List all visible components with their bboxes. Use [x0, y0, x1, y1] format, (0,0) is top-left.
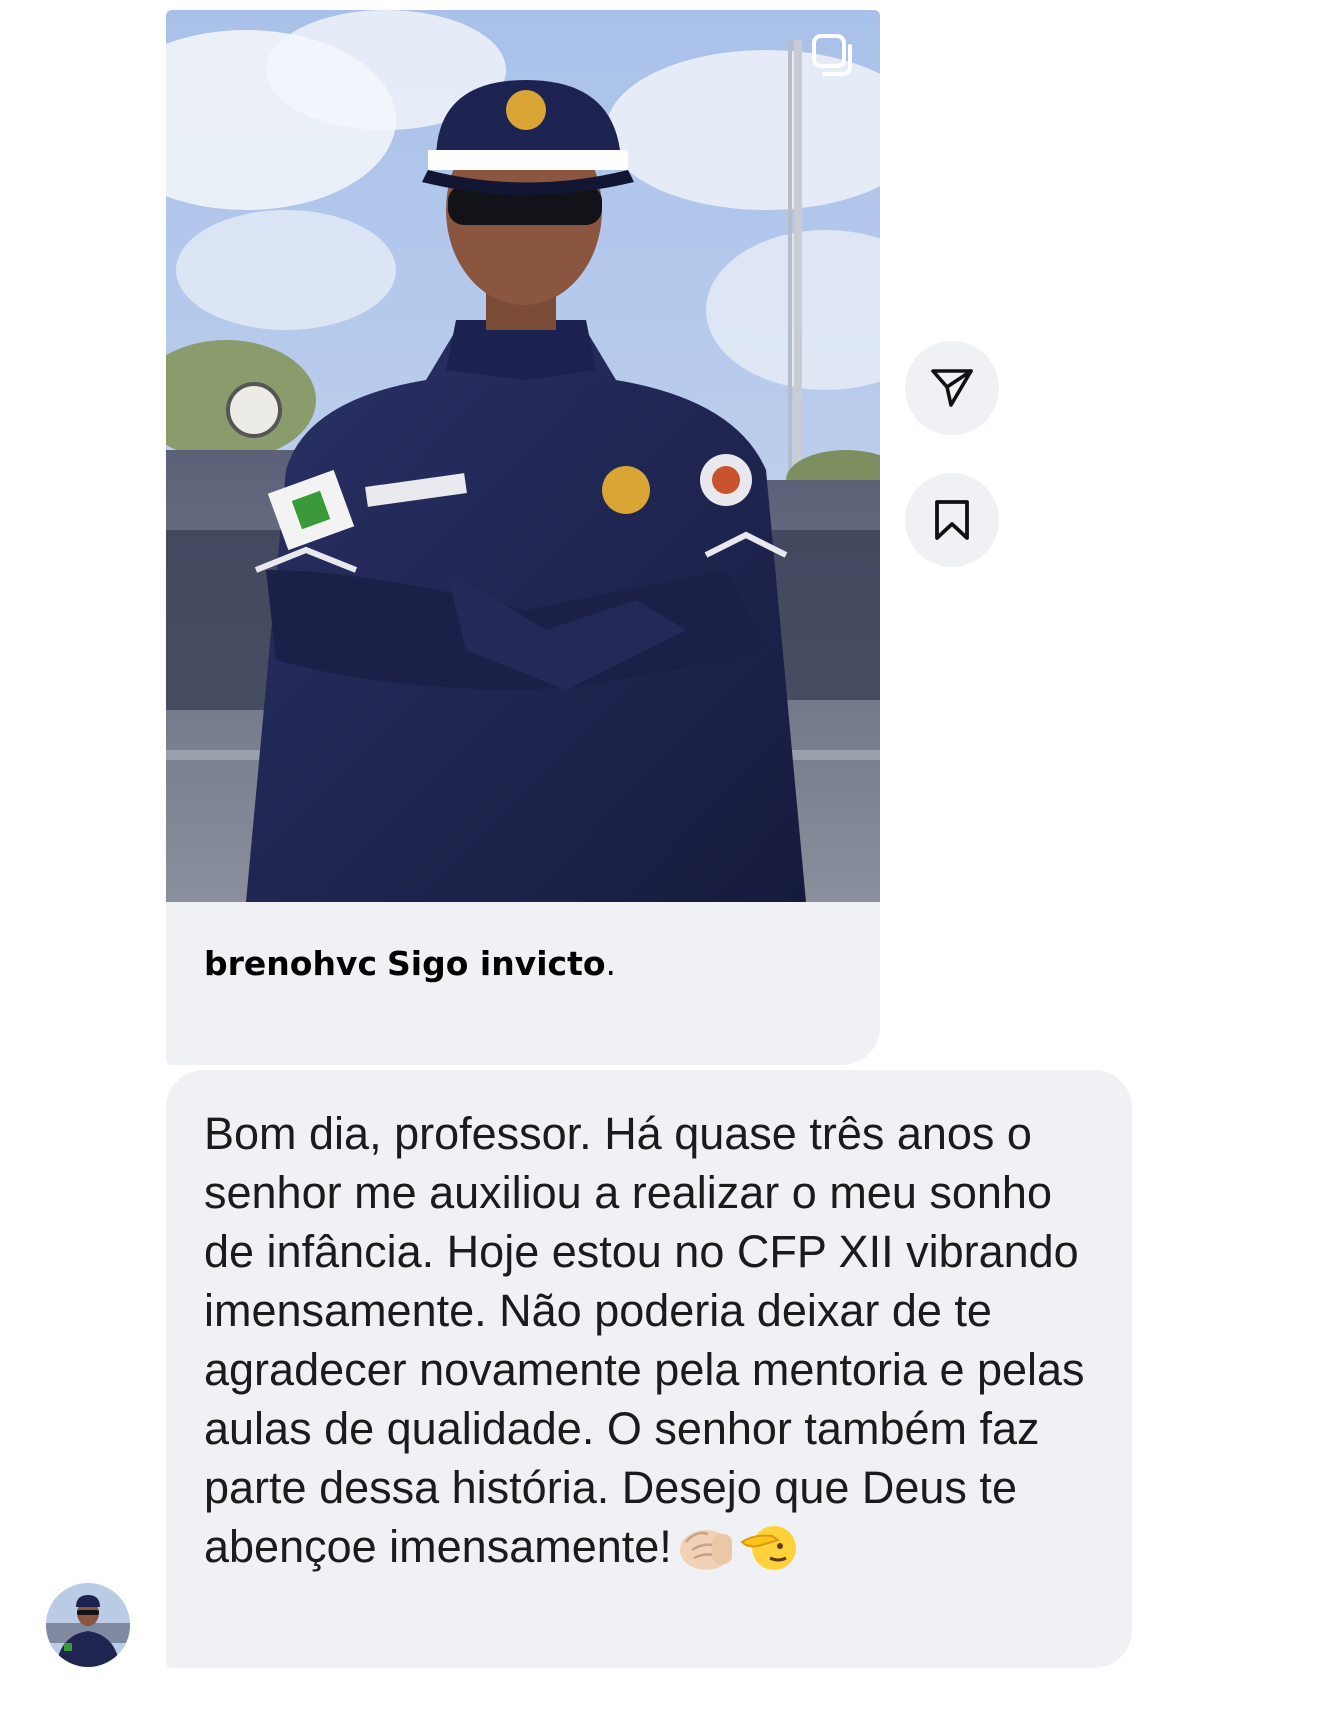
shared-post-card[interactable]: brenohvc Sigo invicto. [166, 10, 880, 1065]
post-username[interactable]: brenohvc [204, 944, 377, 983]
post-caption: brenohvc Sigo invicto. [204, 944, 616, 984]
send-icon [931, 369, 973, 407]
save-button[interactable] [905, 473, 999, 567]
caption-tail: . [605, 944, 617, 983]
share-button[interactable] [905, 341, 999, 435]
post-image[interactable] [166, 10, 880, 902]
message-bubble[interactable]: Bom dia, professor. Há quase três anos o… [166, 1070, 1132, 1668]
saluting-face-emoji [740, 1520, 800, 1586]
message-text: Bom dia, professor. Há quase três anos o… [204, 1104, 1104, 1586]
message-body: Bom dia, professor. Há quase três anos o… [204, 1108, 1085, 1572]
caption-bold-text: Sigo invicto [387, 944, 606, 983]
bookmark-icon [935, 500, 969, 540]
fist-bump-emoji [678, 1524, 734, 1586]
avatar[interactable] [46, 1583, 130, 1667]
multiple-photos-icon [812, 34, 852, 76]
profile-avatar [46, 1583, 130, 1667]
